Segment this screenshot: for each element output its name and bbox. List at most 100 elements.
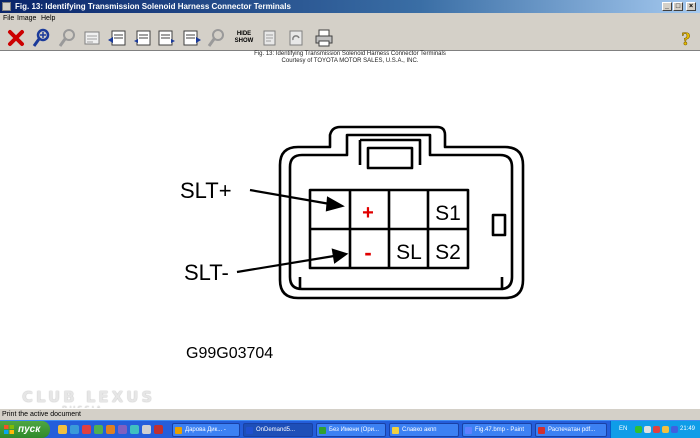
task-icon: [465, 427, 472, 434]
language-indicator[interactable]: EN: [619, 424, 627, 435]
task-item[interactable]: Дарова Дик... -: [172, 423, 240, 437]
notes-icon: [84, 31, 100, 45]
part-code: G99G03704: [186, 345, 273, 362]
close-window-button[interactable]: ×: [686, 2, 696, 11]
help-button[interactable]: ?: [675, 27, 697, 49]
copy-icon: [263, 30, 276, 46]
caption-title: Fig. 13: Identifying Transmission Soleno…: [254, 51, 446, 57]
task-icon: [175, 427, 182, 434]
quicklaunch-player-icon[interactable]: [106, 425, 115, 434]
task-label: Fig.47.bmp - Paint: [475, 427, 525, 433]
task-item[interactable]: Без Имени (Ори...: [316, 423, 386, 437]
next-figure-button[interactable]: [156, 27, 178, 49]
status-text: Print the active document: [2, 411, 81, 418]
hide-show-button[interactable]: HIDE SHOW: [233, 27, 255, 49]
menu-image[interactable]: Image: [17, 14, 36, 23]
close-x-icon: [8, 30, 24, 46]
windows-flag-icon: [4, 425, 14, 434]
zoom-in-button[interactable]: [31, 27, 53, 49]
print-icon: [315, 29, 333, 47]
status-bar: Print the active document: [0, 408, 700, 420]
help-icon: ?: [681, 29, 691, 48]
title-bar: Fig. 13: Identifying Transmission Soleno…: [0, 0, 700, 13]
minimize-button[interactable]: _: [662, 2, 672, 11]
cell-plus-mark: +: [362, 202, 374, 224]
quicklaunch-app-icon[interactable]: [94, 425, 103, 434]
task-item[interactable]: Fig.47.bmp - Paint: [462, 423, 532, 437]
last-figure-button[interactable]: [181, 27, 203, 49]
task-item[interactable]: Славко акпп: [389, 423, 459, 437]
system-tray: EN 21:49: [610, 421, 700, 438]
label-slt-minus: SLT-: [184, 260, 229, 285]
find-button[interactable]: [206, 27, 228, 49]
side-lock-tab: [491, 213, 507, 237]
zoom-in-icon: [32, 28, 50, 47]
show-label: SHOW: [234, 38, 254, 44]
task-item[interactable]: Распечатан pdf...: [535, 423, 607, 437]
task-label: Славко акпп: [402, 427, 437, 433]
quicklaunch-media-icon[interactable]: [118, 425, 127, 434]
tray-update-icon[interactable]: [671, 426, 678, 433]
connector-housing-outer: [278, 125, 525, 300]
first-figure-button[interactable]: [106, 27, 128, 49]
fig-next-icon: [158, 30, 175, 46]
svg-text:?: ?: [681, 29, 691, 48]
tray-network-icon[interactable]: [635, 426, 642, 433]
task-item[interactable]: OnDemand5...: [243, 423, 313, 437]
watermark-club-lexus: CLUB LEXUS: [22, 388, 156, 406]
toolbar: HIDE SHOW ?: [0, 24, 700, 51]
cell-minus-mark: -: [364, 240, 371, 265]
tray-antivirus-icon[interactable]: [653, 426, 660, 433]
figure-canvas: SLT+ SLT- + - S1 SL S2 G99G03704 CLUB LE…: [0, 65, 700, 414]
task-label: Без Имени (Ори...: [329, 427, 380, 433]
quicklaunch-browser-icon[interactable]: [70, 425, 79, 434]
caption-credit: Courtesy of TOYOTA MOTOR SALES, U.S.A., …: [281, 58, 419, 64]
fig-prev-icon: [134, 30, 151, 46]
taskbar: пуск Дарова Дик... - OnDemand5... Без Им…: [0, 420, 700, 438]
task-label: Дарова Дик... -: [185, 427, 226, 433]
search-icon: [207, 29, 224, 47]
quicklaunch-tool-icon[interactable]: [130, 425, 139, 434]
clock: 21:49: [680, 426, 696, 432]
window-title: Fig. 13: Identifying Transmission Soleno…: [15, 2, 291, 11]
maximize-button[interactable]: □: [673, 2, 683, 11]
previous-figure-button[interactable]: [131, 27, 153, 49]
cell-s1-label: S1: [435, 202, 461, 225]
cell-sl-label: SL: [396, 241, 422, 264]
rotate-icon: [289, 30, 303, 46]
quicklaunch-desktop-icon[interactable]: [142, 425, 151, 434]
start-label: пуск: [18, 424, 41, 435]
quicklaunch-folder-icon[interactable]: [58, 425, 67, 434]
menu-bar: File Image Help: [0, 13, 700, 24]
connector-housing-inner: [288, 133, 514, 291]
figure-caption: Fig. 13: Identifying Transmission Soleno…: [0, 51, 700, 65]
fig-first-icon: [108, 30, 126, 46]
zoom-out-button[interactable]: [57, 27, 79, 49]
task-label: OnDemand5...: [256, 427, 296, 433]
task-icon: [246, 427, 253, 434]
task-icon: [538, 427, 545, 434]
label-slt-plus: SLT+: [180, 178, 232, 203]
menu-help[interactable]: Help: [41, 14, 55, 23]
slt-minus-pointer: [236, 254, 335, 274]
tray-volume-icon[interactable]: [644, 426, 651, 433]
quicklaunch-opera-icon[interactable]: [82, 425, 91, 434]
close-document-button[interactable]: [5, 27, 27, 49]
connector-diagram: SLT+ SLT- + - S1 SL S2 G99G03704: [180, 125, 525, 362]
copy-button[interactable]: [259, 27, 281, 49]
cell-s2-label: S2: [435, 241, 461, 264]
print-button[interactable]: [313, 27, 335, 49]
menu-file[interactable]: File: [3, 14, 14, 23]
zoom-out-icon: [58, 29, 75, 47]
task-icon: [319, 427, 326, 434]
notes-button[interactable]: [81, 27, 103, 49]
quicklaunch-extra-icon[interactable]: [154, 425, 163, 434]
task-icon: [392, 427, 399, 434]
rotate-button[interactable]: [285, 27, 307, 49]
tray-app-icon[interactable]: [662, 426, 669, 433]
start-button[interactable]: пуск: [0, 421, 50, 438]
fig-last-icon: [183, 30, 201, 46]
app-icon: [2, 2, 11, 11]
task-label: Распечатан pdf...: [548, 427, 596, 433]
hide-label: HIDE: [236, 31, 252, 37]
